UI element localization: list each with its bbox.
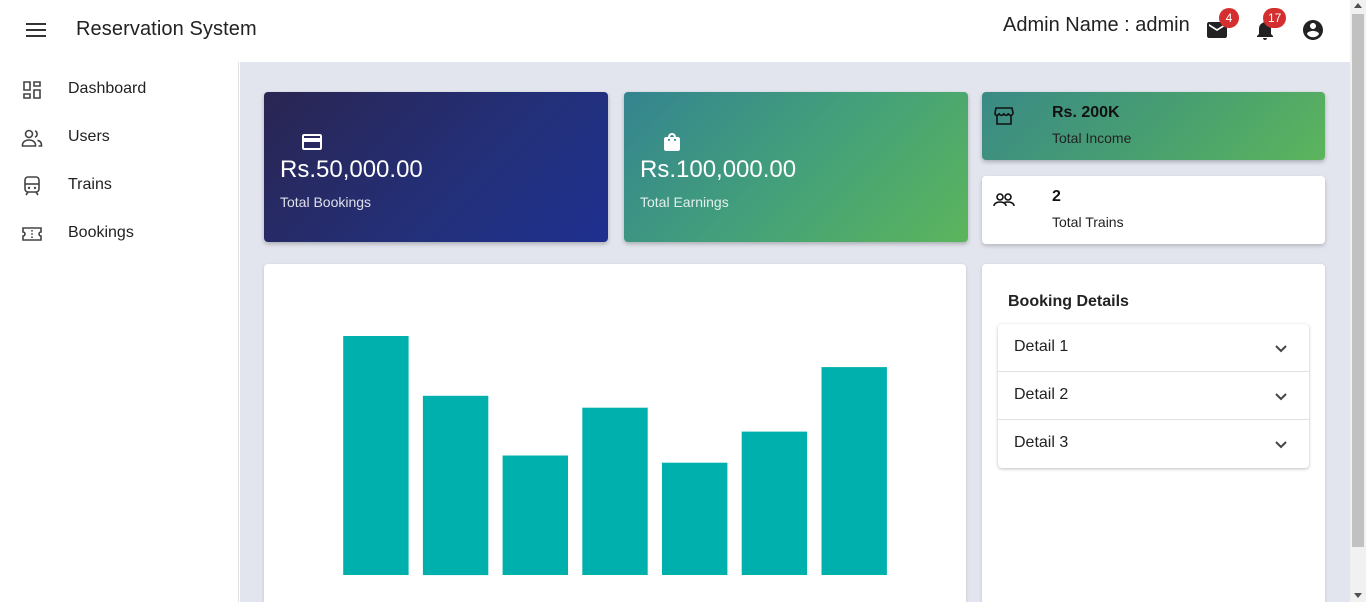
chart-bar-5 <box>662 462 728 575</box>
accordion-item-label: Detail 2 <box>1014 386 1069 403</box>
chart-bar-3 <box>502 455 568 575</box>
sidebar-item-label: Dashboard <box>68 80 147 97</box>
booking-details-title: Booking Details <box>1008 293 1129 310</box>
chevron-down-icon[interactable] <box>1269 384 1293 408</box>
chart-bar-1 <box>343 336 409 575</box>
sidebar: Dashboard Users Trains Bookings <box>0 62 239 602</box>
accordion-item-label: Detail 1 <box>1014 338 1069 355</box>
top-app-bar: Reservation System Admin Name : admin 4 … <box>0 0 1350 62</box>
accordion-item-detail-1[interactable]: Detail 1 <box>998 324 1309 372</box>
chart-bar-7 <box>821 367 887 575</box>
total-bookings-value: Rs.50,000.00 <box>280 156 423 183</box>
chart-bar-4 <box>582 407 648 575</box>
bar-chart <box>343 336 887 576</box>
scroll-up-arrow-icon[interactable] <box>1354 3 1362 8</box>
dashboard-icon <box>20 78 44 102</box>
sidebar-item-bookings[interactable]: Bookings <box>0 210 239 258</box>
bar-chart-card <box>264 264 966 602</box>
chevron-down-icon[interactable] <box>1269 336 1293 360</box>
total-earnings-value: Rs.100,000.00 <box>640 156 797 183</box>
sidebar-item-label: Trains <box>68 176 112 193</box>
people-icon <box>992 188 1016 212</box>
chart-bar-6 <box>741 431 808 575</box>
mail-icon[interactable]: 4 <box>1205 8 1239 42</box>
menu-icon[interactable] <box>24 19 48 43</box>
chart-bar-2 <box>422 395 489 576</box>
main-content: Rs.50,000.00 Total Bookings Rs.100,000.0… <box>240 62 1350 602</box>
total-bookings-card: Rs.50,000.00 Total Bookings <box>264 92 608 242</box>
total-trains-value: 2 <box>1052 188 1061 205</box>
train-icon <box>20 174 44 198</box>
total-bookings-caption: Total Bookings <box>280 194 372 210</box>
notification-badge: 17 <box>1263 8 1287 28</box>
total-income-card: Rs. 200K Total Income <box>982 92 1325 160</box>
total-trains-caption: Total Trains <box>1052 214 1124 230</box>
total-earnings-caption: Total Earnings <box>640 194 729 210</box>
chevron-down-icon[interactable] <box>1269 432 1293 456</box>
sidebar-item-users[interactable]: Users <box>0 114 239 162</box>
admin-name-label: Admin Name : admin <box>1003 14 1190 36</box>
page-scrollbar[interactable] <box>1350 0 1366 602</box>
notification-bell-icon[interactable]: 17 <box>1253 8 1287 42</box>
total-income-value: Rs. 200K <box>1052 104 1120 121</box>
credit-card-icon <box>300 130 324 154</box>
scroll-down-arrow-icon[interactable] <box>1354 593 1362 598</box>
booking-details-accordion: Detail 1 Detail 2 Detail 3 <box>998 324 1309 468</box>
total-earnings-card: Rs.100,000.00 Total Earnings <box>624 92 968 242</box>
users-icon <box>20 126 44 150</box>
sidebar-item-label: Users <box>68 128 110 145</box>
account-circle-icon[interactable] <box>1301 18 1325 42</box>
accordion-item-label: Detail 3 <box>1014 434 1069 451</box>
scroll-thumb[interactable] <box>1352 14 1364 547</box>
store-icon <box>992 104 1016 128</box>
accordion-item-detail-3[interactable]: Detail 3 <box>998 420 1309 468</box>
accordion-item-detail-2[interactable]: Detail 2 <box>998 372 1309 420</box>
sidebar-item-label: Bookings <box>68 224 134 241</box>
ticket-icon <box>20 222 44 246</box>
mail-badge: 4 <box>1219 8 1239 28</box>
sidebar-item-dashboard[interactable]: Dashboard <box>0 66 239 114</box>
total-income-caption: Total Income <box>1052 130 1132 146</box>
booking-details-card: Booking Details Detail 1 Detail 2 Detail… <box>982 264 1325 602</box>
shopping-bag-icon <box>660 130 684 154</box>
total-trains-card: 2 Total Trains <box>982 176 1325 244</box>
sidebar-item-trains[interactable]: Trains <box>0 162 239 210</box>
app-title: Reservation System <box>76 18 257 40</box>
